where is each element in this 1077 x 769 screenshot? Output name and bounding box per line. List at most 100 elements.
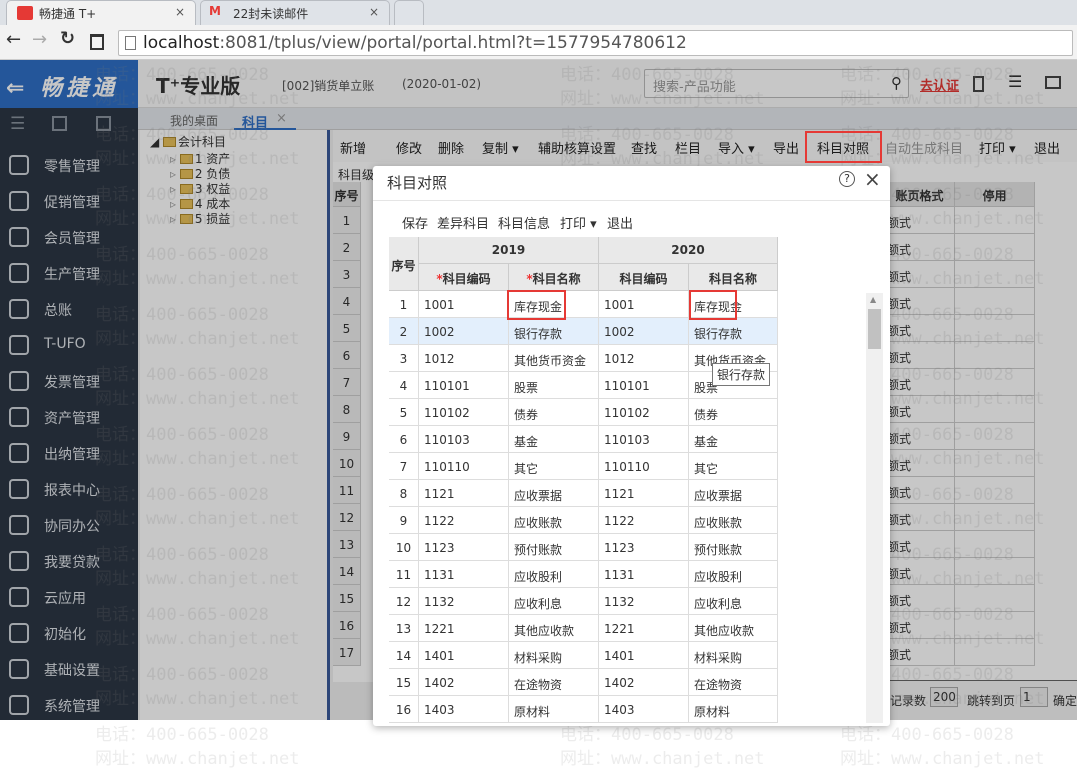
close-dialog-icon[interactable]: × bbox=[864, 167, 881, 191]
table-row[interactable]: 13 1221 其他应收款 1221 其他应收款 bbox=[389, 615, 778, 642]
table-cell[interactable]: 在途物资 bbox=[689, 669, 778, 696]
table-cell[interactable]: 1403 bbox=[599, 696, 689, 723]
table-cell[interactable]: 应收票据 bbox=[689, 480, 778, 507]
table-cell[interactable]: 110103 bbox=[599, 426, 689, 453]
table-cell[interactable]: 1121 bbox=[419, 480, 509, 507]
table-cell[interactable]: 1132 bbox=[419, 588, 509, 615]
table-cell[interactable]: 债券 bbox=[509, 399, 599, 426]
table-cell[interactable]: 应收账款 bbox=[509, 507, 599, 534]
table-cell[interactable]: 110101 bbox=[599, 372, 689, 399]
table-cell: 11 bbox=[389, 561, 419, 588]
dialog-toolbar-button[interactable]: 退出 bbox=[607, 213, 633, 232]
close-tab-icon[interactable]: × bbox=[369, 5, 379, 19]
table-cell[interactable]: 其他货币资金 bbox=[509, 345, 599, 372]
table-row[interactable]: 9 1122 应收账款 1122 应收账款 bbox=[389, 507, 778, 534]
table-cell[interactable]: 材料采购 bbox=[689, 642, 778, 669]
table-cell[interactable]: 基金 bbox=[509, 426, 599, 453]
table-cell[interactable]: 1001 bbox=[419, 291, 509, 318]
table-row[interactable]: 10 1123 预付账款 1123 预付账款 bbox=[389, 534, 778, 561]
table-cell[interactable]: 1401 bbox=[419, 642, 509, 669]
scroll-thumb[interactable] bbox=[868, 309, 881, 349]
table-cell[interactable]: 1401 bbox=[599, 642, 689, 669]
table-cell[interactable]: 银行存款 bbox=[509, 318, 599, 345]
table-cell[interactable]: 预付账款 bbox=[689, 534, 778, 561]
table-cell[interactable]: 在途物资 bbox=[509, 669, 599, 696]
table-cell[interactable]: 1132 bbox=[599, 588, 689, 615]
table-cell[interactable]: 应收利息 bbox=[509, 588, 599, 615]
table-row[interactable]: 14 1401 材料采购 1401 材料采购 bbox=[389, 642, 778, 669]
tab-title: 22封未读邮件 bbox=[233, 7, 309, 21]
help-icon[interactable]: ? bbox=[839, 171, 855, 187]
tab-title: 畅捷通 T+ bbox=[39, 7, 97, 21]
table-cell[interactable]: 应收股利 bbox=[509, 561, 599, 588]
table-cell[interactable]: 1121 bbox=[599, 480, 689, 507]
dialog-toolbar-button[interactable]: 保存 bbox=[402, 213, 428, 232]
table-row[interactable]: 6 110103 基金 110103 基金 bbox=[389, 426, 778, 453]
table-cell[interactable]: 1402 bbox=[419, 669, 509, 696]
table-cell[interactable]: 110110 bbox=[419, 453, 509, 480]
table-cell[interactable]: 1001 bbox=[599, 291, 689, 318]
table-cell[interactable]: 1403 bbox=[419, 696, 509, 723]
table-cell[interactable]: 基金 bbox=[689, 426, 778, 453]
table-cell[interactable]: 其它 bbox=[689, 453, 778, 480]
reload-icon[interactable]: ↻ bbox=[60, 28, 75, 49]
table-cell[interactable]: 原材料 bbox=[509, 696, 599, 723]
table-cell[interactable]: 1122 bbox=[599, 507, 689, 534]
dialog-toolbar-button[interactable]: 科目信息 bbox=[498, 213, 550, 232]
table-cell[interactable]: 应收利息 bbox=[689, 588, 778, 615]
table-cell[interactable]: 1123 bbox=[599, 534, 689, 561]
table-cell[interactable]: 1002 bbox=[599, 318, 689, 345]
table-cell[interactable]: 1131 bbox=[599, 561, 689, 588]
forward-icon[interactable]: → bbox=[32, 29, 47, 50]
vertical-scrollbar[interactable]: ▲ bbox=[866, 293, 883, 723]
table-cell[interactable]: 1012 bbox=[599, 345, 689, 372]
table-cell[interactable]: 110103 bbox=[419, 426, 509, 453]
table-cell[interactable]: 应收股利 bbox=[689, 561, 778, 588]
table-cell[interactable]: 应收账款 bbox=[689, 507, 778, 534]
table-cell[interactable]: 1131 bbox=[419, 561, 509, 588]
new-tab-button[interactable] bbox=[394, 0, 424, 25]
trash-icon[interactable] bbox=[90, 34, 104, 50]
table-cell[interactable]: 110102 bbox=[599, 399, 689, 426]
table-cell[interactable]: 原材料 bbox=[689, 696, 778, 723]
dialog-title: 科目对照 bbox=[387, 174, 448, 192]
table-cell[interactable]: 1221 bbox=[419, 615, 509, 642]
table-cell[interactable]: 110110 bbox=[599, 453, 689, 480]
table-cell[interactable]: 银行存款 bbox=[689, 318, 778, 345]
table-cell[interactable]: 债券 bbox=[689, 399, 778, 426]
header-name: *科目名称 bbox=[509, 264, 599, 291]
table-row[interactable]: 16 1403 原材料 1403 原材料 bbox=[389, 696, 778, 723]
dialog-toolbar-button[interactable]: 差异科目 bbox=[437, 213, 489, 232]
table-cell[interactable]: 1012 bbox=[419, 345, 509, 372]
table-cell[interactable]: 其他应收款 bbox=[509, 615, 599, 642]
dialog-toolbar-button[interactable]: 打印 ▾ bbox=[560, 213, 597, 232]
table-cell[interactable]: 1221 bbox=[599, 615, 689, 642]
mail-favicon-icon: M bbox=[209, 4, 221, 18]
watermark-site: 网址：www.chanjet.net bbox=[95, 749, 300, 769]
browser-tab-tplus[interactable]: 畅捷通 T+ × bbox=[6, 0, 196, 25]
table-row[interactable]: 11 1131 应收股利 1131 应收股利 bbox=[389, 561, 778, 588]
table-row[interactable]: 15 1402 在途物资 1402 在途物资 bbox=[389, 669, 778, 696]
browser-tab-mail[interactable]: M 22封未读邮件 × bbox=[200, 0, 390, 25]
table-cell[interactable]: 股票 bbox=[509, 372, 599, 399]
close-tab-icon[interactable]: × bbox=[175, 5, 185, 19]
table-cell[interactable]: 1402 bbox=[599, 669, 689, 696]
scroll-up-icon[interactable]: ▲ bbox=[870, 295, 876, 304]
table-cell[interactable]: 其他应收款 bbox=[689, 615, 778, 642]
table-cell[interactable]: 1123 bbox=[419, 534, 509, 561]
table-row[interactable]: 12 1132 应收利息 1132 应收利息 bbox=[389, 588, 778, 615]
table-cell[interactable]: 1002 bbox=[419, 318, 509, 345]
table-cell[interactable]: 材料采购 bbox=[509, 642, 599, 669]
table-cell[interactable]: 应收票据 bbox=[509, 480, 599, 507]
back-icon[interactable]: ← bbox=[6, 29, 21, 50]
table-cell[interactable]: 110102 bbox=[419, 399, 509, 426]
table-cell[interactable]: 1122 bbox=[419, 507, 509, 534]
table-row[interactable]: 2 1002 银行存款 1002 银行存款 bbox=[389, 318, 778, 345]
url-input[interactable]: localhost:8081/tplus/view/portal/portal.… bbox=[118, 30, 1073, 56]
table-row[interactable]: 8 1121 应收票据 1121 应收票据 bbox=[389, 480, 778, 507]
table-cell[interactable]: 预付账款 bbox=[509, 534, 599, 561]
table-row[interactable]: 5 110102 债券 110102 债券 bbox=[389, 399, 778, 426]
table-cell[interactable]: 110101 bbox=[419, 372, 509, 399]
table-cell[interactable]: 其它 bbox=[509, 453, 599, 480]
table-row[interactable]: 7 110110 其它 110110 其它 bbox=[389, 453, 778, 480]
